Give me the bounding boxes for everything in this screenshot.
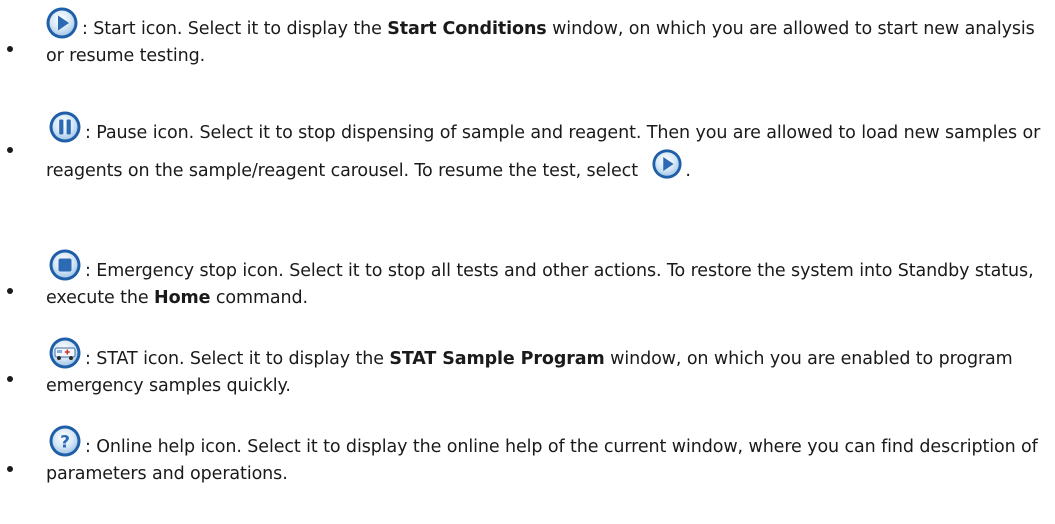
item-text: ? : Online help icon. Select it to displ… — [46, 424, 1046, 488]
bullet — [7, 376, 13, 382]
item-text: : STAT icon. Select it to display the ST… — [46, 336, 1046, 400]
stat-ambulance-icon — [46, 336, 84, 370]
play-icon — [649, 148, 685, 180]
stop-icon — [46, 248, 84, 282]
help-icon: ? — [46, 424, 84, 458]
bold-term: Start Conditions — [387, 19, 547, 39]
bullet — [7, 46, 13, 52]
pause-icon — [46, 110, 84, 144]
item-text: : Emergency stop icon. Select it to stop… — [46, 248, 1046, 312]
item-text: : Pause icon. Select it to stop dispensi… — [46, 110, 1046, 186]
bold-term: STAT Sample Program — [389, 349, 605, 369]
bold-term: Home — [154, 288, 211, 308]
bullet — [7, 466, 13, 472]
item-text: : Start icon. Select it to display the S… — [46, 6, 1046, 70]
svg-text:?: ? — [60, 433, 70, 453]
play-icon — [43, 6, 81, 40]
bullet — [7, 147, 13, 153]
bullet — [7, 288, 13, 294]
